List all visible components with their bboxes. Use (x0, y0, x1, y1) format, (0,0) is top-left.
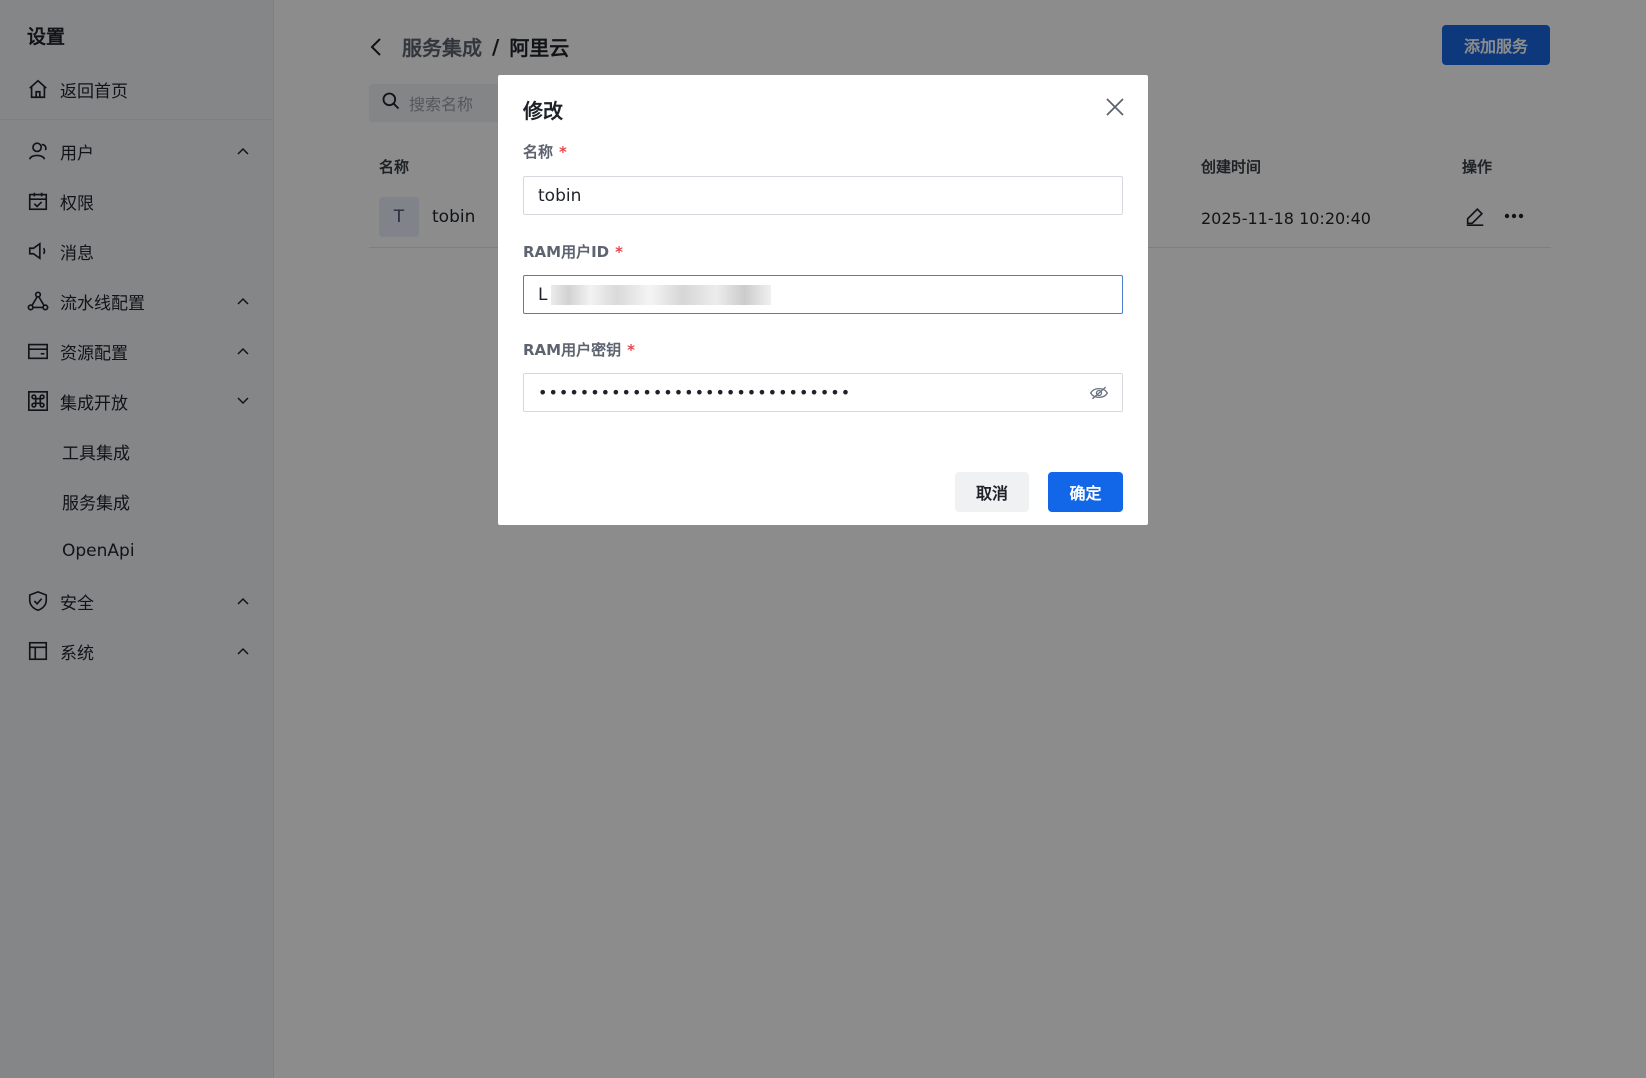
redacted-mask (551, 284, 772, 305)
edit-modal: 修改 名称 * RAM用户ID * L RAM用户密钥 * •••••••••••••… (498, 75, 1148, 525)
required-mark: * (615, 243, 623, 261)
password-input[interactable]: •••••••••••••••••••••••••••••• (538, 383, 851, 402)
cancel-button[interactable]: 取消 (955, 472, 1029, 512)
name-field[interactable] (523, 176, 1123, 215)
close-icon[interactable] (1103, 95, 1127, 119)
ram-user-secret-field-label: RAM用户密钥 * (523, 339, 635, 360)
name-field-label: 名称 * (523, 141, 567, 162)
ram-user-id-label-text: RAM用户ID (523, 243, 610, 261)
app-root: 设置 返回首页 用户 权限 消息 流水线配置 资源配置 集成开放 工具集成 服务… (0, 0, 1646, 1078)
eye-off-icon[interactable] (1088, 382, 1110, 404)
name-input[interactable] (538, 185, 1122, 206)
name-label-text: 名称 (523, 143, 554, 161)
modal-title: 修改 (523, 99, 563, 123)
confirm-button[interactable]: 确定 (1048, 472, 1123, 512)
ram-user-id-value[interactable]: L (538, 285, 547, 305)
required-mark: * (627, 341, 635, 359)
required-mark: * (559, 143, 567, 161)
ram-user-secret-label-text: RAM用户密钥 (523, 341, 622, 359)
ram-user-id-field-label: RAM用户ID * (523, 241, 623, 262)
ram-user-id-field[interactable]: L (523, 275, 1123, 314)
ram-user-secret-field[interactable]: •••••••••••••••••••••••••••••• (523, 373, 1123, 412)
